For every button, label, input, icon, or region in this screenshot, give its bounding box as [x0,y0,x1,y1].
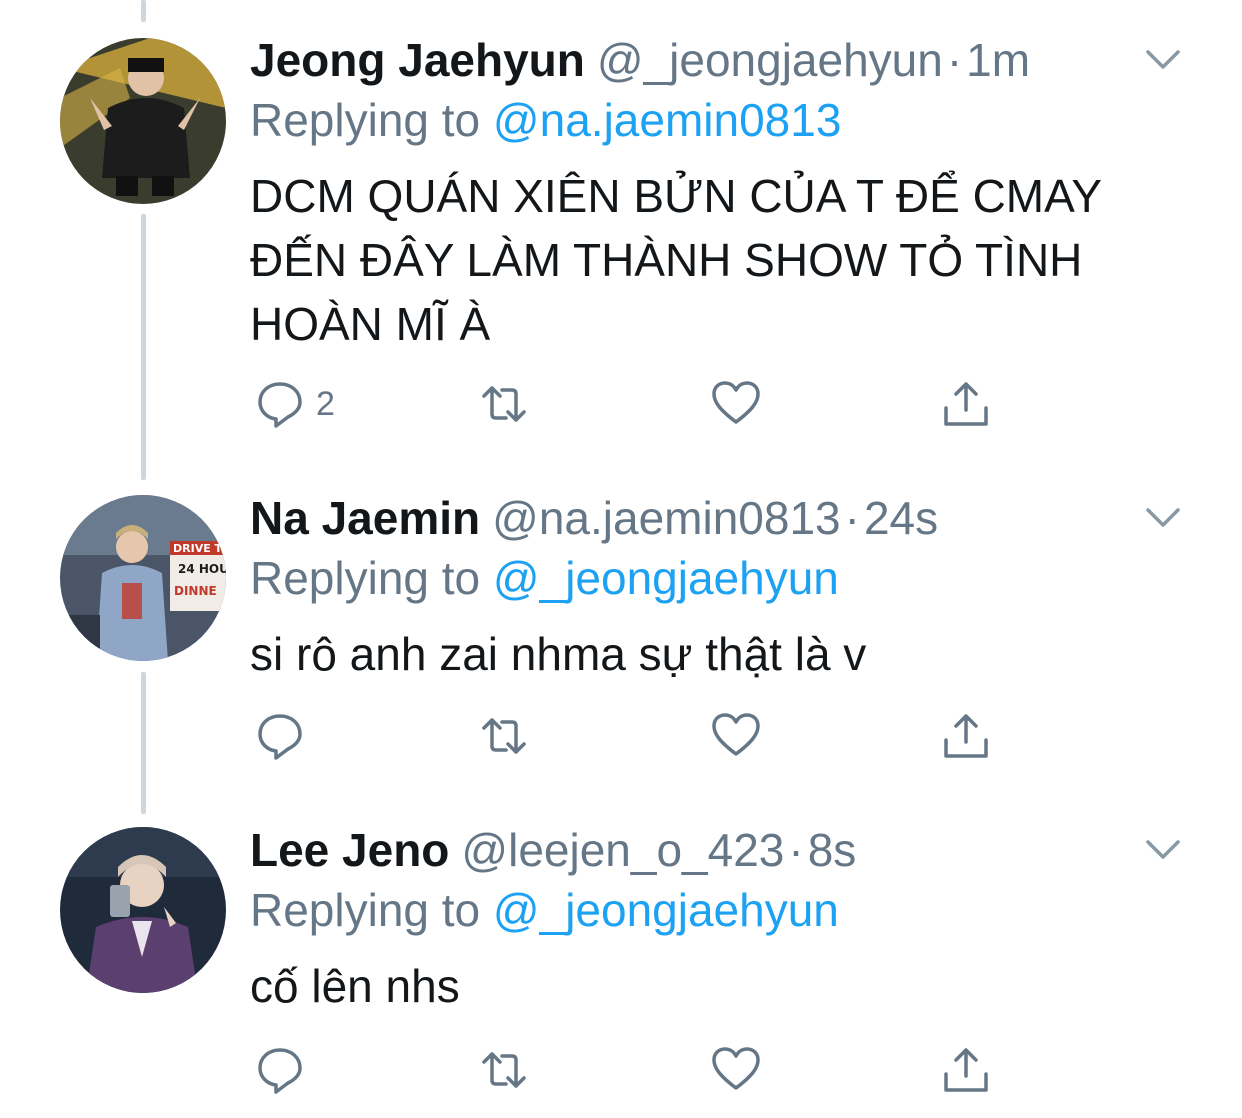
replying-to-label: Replying to [250,552,481,604]
share-button[interactable] [940,1040,992,1100]
avatar-photo: DRIVE T 24 HOU DINNE [60,495,226,661]
tweet-text: DCM QUÁN XIÊN BỬN CỦA T ĐỂ CMAY ĐẾN ĐÂY … [250,170,1103,350]
action-bar: 2 [250,374,1010,434]
heart-icon [712,1047,760,1090]
reply-count: 2 [316,384,335,423]
sign-line-1: DRIVE T [173,542,223,555]
tweet-text: cố lên nhs [250,960,460,1012]
user-handle[interactable]: @na.jaemin0813 [492,492,840,544]
mention-link[interactable]: @_jeongjaehyun [493,552,839,604]
replying-to: Replying to @_jeongjaehyun [250,880,839,940]
share-icon [944,1048,988,1092]
sign-line-2: 24 HOU [178,562,226,576]
avatar-photo [60,827,226,993]
share-icon [944,382,988,426]
share-button[interactable] [940,706,992,766]
retweet-icon [482,718,526,754]
user-handle[interactable]: @leejen_o_423 [461,824,784,876]
avatar[interactable] [60,38,226,204]
heart-icon [712,713,760,756]
display-name[interactable]: Jeong Jaehyun [250,34,585,86]
reply-icon [258,382,302,428]
action-bar [250,1040,1010,1100]
timestamp[interactable]: 24s [864,492,938,544]
display-name[interactable]: Lee Jeno [250,824,449,876]
tweet[interactable]: Lee Jeno @leejen_o_423·8s Replying to @_j… [0,822,1242,1112]
replying-to-label: Replying to [250,884,481,936]
avatar-photo [60,38,226,204]
timestamp[interactable]: 8s [808,824,857,876]
retweet-button[interactable] [478,374,530,434]
heart-icon [712,381,760,424]
separator-dot: · [788,824,804,876]
retweet-icon [482,386,526,422]
reply-icon [258,1048,302,1094]
chevron-down-icon[interactable] [1140,826,1186,872]
like-button[interactable] [710,1040,762,1100]
display-name[interactable]: Na Jaemin [250,492,480,544]
reply-button[interactable] [254,1040,316,1100]
retweet-button[interactable] [478,1040,530,1100]
thread-line [141,0,146,22]
mention-link[interactable]: @na.jaemin0813 [493,94,841,146]
chevron-down-icon[interactable] [1140,36,1186,82]
sign-line-3: DINNE [174,584,217,598]
like-button[interactable] [710,706,762,766]
tweet[interactable]: Jeong Jaehyun @_jeongjaehyun·1m Replying … [0,32,1242,452]
replying-to: Replying to @_jeongjaehyun [250,548,839,608]
replying-to-label: Replying to [250,94,481,146]
tweet-text: si rô anh zai nhma sự thật là v [250,628,867,680]
tweet-header: Jeong Jaehyun @_jeongjaehyun·1m [250,32,1030,88]
tweet-header: Lee Jeno @leejen_o_423·8s [250,822,856,878]
separator-dot: · [946,34,963,86]
reply-button[interactable] [254,706,316,766]
reply-icon [258,714,302,760]
mention-link[interactable]: @_jeongjaehyun [493,884,839,936]
chevron-down-icon[interactable] [1140,494,1186,540]
avatar[interactable]: DRIVE T 24 HOU DINNE [60,495,226,661]
replying-to: Replying to @na.jaemin0813 [250,90,841,150]
separator-dot: · [844,492,860,544]
user-handle[interactable]: @_jeongjaehyun [597,34,943,86]
tweet[interactable]: DRIVE T 24 HOU DINNE Na Jaemin @na.jaemin… [0,490,1242,790]
share-icon [944,714,988,758]
action-bar [250,706,1010,766]
like-button[interactable] [710,374,762,434]
share-button[interactable] [940,374,992,434]
tweet-header: Na Jaemin @na.jaemin0813·24s [250,490,938,546]
reply-button[interactable]: 2 [254,374,335,434]
timestamp[interactable]: 1m [966,34,1030,86]
retweet-icon [482,1052,526,1088]
retweet-button[interactable] [478,706,530,766]
avatar[interactable] [60,827,226,993]
